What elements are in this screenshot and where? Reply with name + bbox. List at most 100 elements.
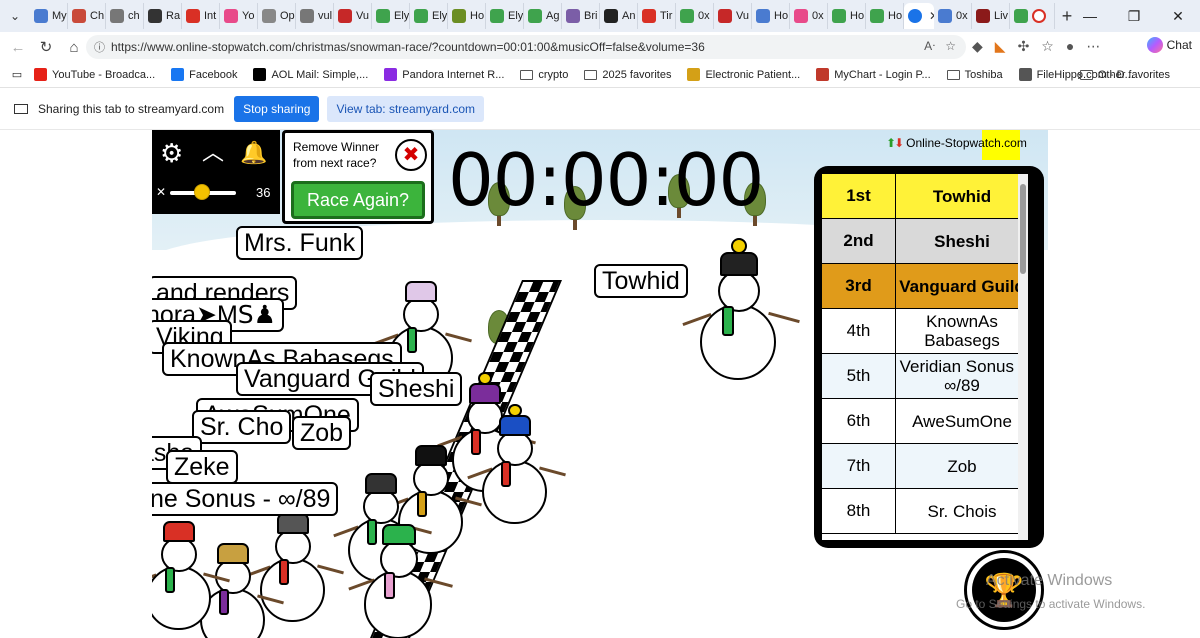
favorites-icon[interactable]: ☆ — [1041, 38, 1054, 55]
refresh-icon[interactable]: ↻ — [32, 38, 60, 56]
results-place: 8th — [822, 489, 896, 533]
tab[interactable]: Yo — [220, 3, 258, 29]
back-icon[interactable]: ← — [4, 39, 32, 56]
favorite-star-icon[interactable]: ☆ — [945, 39, 956, 53]
profile-avatar-icon[interactable]: ● — [1066, 38, 1074, 55]
view-tab-button[interactable]: View tab: streamyard.com — [327, 95, 484, 122]
copilot-chat-button[interactable]: Chat — [1146, 37, 1192, 53]
bookmark-label: AOL Mail: Simple,... — [271, 68, 369, 81]
watermark-line-1: Activate Windows — [986, 572, 1113, 589]
close-window-icon[interactable]: ✕ — [1156, 0, 1200, 32]
bookmark-label: 2025 favorites — [602, 68, 672, 81]
tab[interactable]: Vu — [714, 3, 752, 29]
tab-favicon-icon — [110, 9, 124, 23]
screen-share-icon — [14, 103, 28, 114]
restore-icon[interactable]: ❐ — [1112, 0, 1156, 32]
folder-icon — [1079, 69, 1093, 80]
tab[interactable]: Ra — [144, 3, 182, 29]
bookmark-item[interactable]: 2025 favorites — [584, 69, 671, 81]
bookmark-favicon-icon — [384, 68, 398, 81]
tab-actions-chevron-icon[interactable]: ⌄ — [0, 0, 30, 32]
tab[interactable]: ch — [106, 3, 144, 29]
tab[interactable]: Ely — [410, 3, 448, 29]
trophy-icon: 🏆 — [972, 558, 1036, 622]
tab-active[interactable]: ✕ — [904, 3, 934, 29]
address-bar[interactable]: ⓘ https://www.online-stopwatch.com/chris… — [86, 35, 966, 59]
recording-icon — [1032, 9, 1046, 23]
snowman-scarf — [406, 327, 417, 353]
bookmark-item[interactable]: MyChart - Login P... — [816, 68, 931, 81]
trophy-button[interactable]: 🏆 — [964, 550, 1044, 630]
tab-recording[interactable] — [1010, 3, 1055, 29]
mute-icon[interactable]: ✕ — [156, 185, 166, 199]
other-favorites[interactable]: Other favorites — [1079, 69, 1186, 81]
tab[interactable]: 0x — [676, 3, 714, 29]
results-row: 7th Zob — [822, 444, 1028, 489]
scrollbar-thumb[interactable] — [1020, 184, 1026, 274]
bookmark-item[interactable]: crypto — [520, 69, 568, 81]
tab[interactable]: Ho — [752, 3, 790, 29]
tab-label: An — [622, 10, 636, 22]
more-menu-icon[interactable]: ⋯ — [1086, 38, 1100, 55]
tab-label: 0x — [698, 10, 710, 22]
tab[interactable]: Ch — [68, 3, 106, 29]
bookmark-item[interactable]: Toshiba — [946, 69, 1003, 81]
site-info-icon[interactable]: ⓘ — [94, 39, 105, 55]
minimize-icon[interactable]: — — [1068, 0, 1112, 32]
bookmark-item[interactable]: Pandora Internet R... — [384, 68, 504, 81]
metamask-icon[interactable]: ◣ — [995, 38, 1006, 55]
bookmark-item[interactable]: Facebook — [171, 68, 237, 81]
tab[interactable]: Ely — [486, 3, 524, 29]
reading-list-icon[interactable]: ▭ — [0, 68, 34, 81]
tab[interactable]: Liv — [972, 3, 1010, 29]
results-scrollbar[interactable] — [1018, 174, 1028, 540]
control-panel: ⚙ ︿ 🔔 ✕ 36 — [152, 130, 280, 214]
tab-label: Ho — [888, 10, 903, 22]
countdown-timer: 00:00:00 — [448, 138, 764, 222]
snowman-hat — [405, 281, 438, 302]
settings-gear-icon[interactable]: ⚙ — [160, 138, 183, 168]
results-row: 1st Towhid — [822, 174, 1028, 219]
tab[interactable]: 0x — [934, 3, 972, 29]
volume-slider-thumb[interactable] — [193, 184, 210, 200]
tab[interactable]: Int — [182, 3, 220, 29]
snowman-scarf — [278, 559, 289, 585]
race-again-button[interactable]: Race Again? — [291, 181, 425, 219]
home-icon[interactable]: ⌂ — [60, 39, 88, 56]
stop-sharing-button[interactable]: Stop sharing — [234, 95, 320, 122]
extensions-puzzle-icon[interactable]: ✣ — [1018, 38, 1030, 55]
tab[interactable]: Op — [258, 3, 296, 29]
tab[interactable]: Ho — [828, 3, 866, 29]
online-stopwatch-logo[interactable]: ⬆ ⬇ Online-Stopwatch.com — [886, 136, 1027, 150]
bookmark-item[interactable]: AOL Mail: Simple,... — [253, 68, 368, 81]
extension-icon[interactable]: ◆ — [972, 38, 983, 55]
bookmark-item[interactable]: Electronic Patient... — [687, 68, 800, 81]
tab[interactable]: Ho — [866, 3, 904, 29]
remove-winner-line-2: from next race? — [293, 156, 377, 170]
bookmark-favicon-icon — [171, 68, 185, 81]
remove-winner-toggle-x-icon[interactable]: ✖ — [395, 139, 427, 171]
snowman-body — [482, 459, 547, 525]
browser-toolbar: ← ↻ ⌂ ⓘ https://www.online-stopwatch.com… — [0, 32, 1200, 62]
snowman-scarf — [500, 461, 511, 487]
tab[interactable]: Bri — [562, 3, 600, 29]
url-text[interactable]: https://www.online-stopwatch.com/christm… — [111, 40, 705, 54]
tab[interactable]: My — [30, 3, 68, 29]
tab[interactable]: Tir — [638, 3, 676, 29]
tab[interactable]: Ho — [448, 3, 486, 29]
read-aloud-icon[interactable]: Aᐧ — [924, 39, 935, 53]
snowman-hat — [382, 523, 417, 546]
collapse-chevron-up-icon[interactable]: ︿ — [202, 138, 224, 168]
tab[interactable]: An — [600, 3, 638, 29]
sound-bell-icon[interactable]: 🔔 — [240, 138, 267, 168]
bookmark-item[interactable]: YouTube - Broadca... — [34, 68, 155, 81]
folder-icon — [584, 69, 598, 80]
tab[interactable]: Ag — [524, 3, 562, 29]
tab[interactable]: Vu — [334, 3, 372, 29]
omnibox-actions: Aᐧ ☆ — [924, 39, 956, 53]
tab[interactable]: vul — [296, 3, 334, 29]
tab[interactable]: 0x — [790, 3, 828, 29]
tab-favicon-icon — [490, 9, 504, 23]
results-table: 1st Towhid 2nd Sheshi 3rd Vanguard Guild 4th Kn… — [822, 174, 1028, 540]
tab[interactable]: Ely — [372, 3, 410, 29]
